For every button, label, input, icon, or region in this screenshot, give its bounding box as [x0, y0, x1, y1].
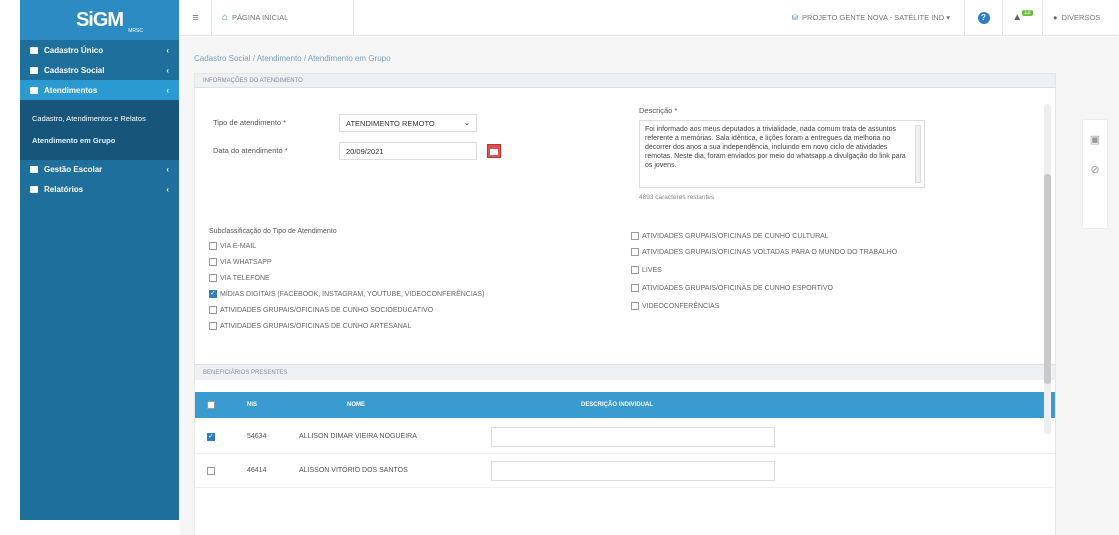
submenu-item-atendimento-grupo[interactable]: Atendimento em Grupo — [20, 130, 179, 152]
checkbox[interactable] — [631, 302, 639, 310]
descricao-textarea[interactable]: Foi informado aos meus deputados a trivi… — [639, 120, 925, 188]
select-all-checkbox[interactable] — [207, 401, 215, 409]
checkbox[interactable] — [631, 248, 639, 256]
user-menu[interactable]: ● DIVERSOS — [1043, 0, 1119, 36]
checkbox[interactable] — [209, 242, 217, 250]
chevron-left-icon: ‹ — [166, 185, 169, 194]
descricao-individual-input[interactable] — [491, 427, 775, 447]
checkbox[interactable] — [209, 322, 217, 330]
checkbox[interactable] — [631, 266, 639, 274]
tipo-select[interactable]: ATENDIMENTO REMOTO ⌄ — [339, 114, 477, 132]
sidebar: SiGM MRSC Cadastro Único ‹ Cadastro Soci… — [20, 0, 179, 520]
option-midias-digitais[interactable]: MÍDIAS DIGITAIS (FACEBOOK, INSTAGRAM, YO… — [209, 289, 484, 298]
folder-icon — [30, 86, 38, 94]
app-logo[interactable]: SiGM MRSC — [20, 0, 179, 40]
table-row: 46414 ALISSON VITÓRIO DOS SANTOS — [195, 454, 1055, 488]
row-checkbox[interactable] — [207, 466, 215, 475]
form-panel: INFORMAÇÕES DO ATENDIMENTO Tipo de atend… — [194, 73, 1056, 535]
notifications-button[interactable]: ▲ 12 — [1003, 0, 1043, 36]
col-descricao: DESCRIÇÃO INDIVIDUAL — [581, 402, 654, 408]
checkbox[interactable] — [209, 258, 217, 266]
textarea-scrollbar[interactable] — [915, 125, 921, 183]
breadcrumb: Cadastro Social / Atendimento / Atendime… — [194, 54, 391, 63]
submenu-item-cadastro-atendimentos[interactable]: Cadastro, Atendimentos e Relatos — [20, 108, 179, 130]
chevron-left-icon: ‹ — [166, 85, 169, 95]
chart-icon — [30, 186, 38, 193]
option-esportivo[interactable]: ATIVIDADES GRUPAIS/OFICINAS DE CUNHO ESP… — [631, 284, 833, 292]
help-icon: ? — [977, 11, 990, 24]
checkbox[interactable] — [631, 232, 639, 240]
option-lives[interactable]: LIVES — [631, 266, 662, 274]
folder-icon — [30, 166, 38, 173]
col-nome: NOME — [347, 402, 365, 408]
table-row: 54634 ALLISON DIMAR VIEIRA NOGUEIRA — [195, 420, 1055, 454]
char-counter: 4893 caracteres restantes — [639, 194, 715, 201]
org-icon: ⛁ — [791, 13, 799, 22]
checkbox-checked[interactable] — [209, 289, 217, 298]
sidebar-item-cadastro-unico[interactable]: Cadastro Único ‹ — [20, 40, 179, 60]
row-nis: 46414 — [247, 467, 267, 474]
checkbox[interactable] — [209, 306, 217, 314]
data-label: Data do atendimento * — [213, 146, 288, 155]
table-header: NIS NOME DESCRIÇÃO INDIVIDUAL — [195, 392, 1055, 418]
scrollbar-thumb[interactable] — [1044, 174, 1051, 384]
menu-toggle-button[interactable]: ≡ — [180, 0, 212, 36]
cancel-icon[interactable]: ⊘ — [1089, 164, 1101, 176]
sidebar-item-relatorios[interactable]: Relatórios ‹ — [20, 180, 179, 200]
sidebar-item-gestao-escolar[interactable]: Gestão Escolar ‹ — [20, 160, 179, 180]
panel-scrollbar[interactable] — [1044, 104, 1051, 434]
option-via-telefone[interactable]: VIA TELEFONE — [209, 274, 270, 282]
option-via-whatsapp[interactable]: VIA WHATSAPP — [209, 258, 272, 266]
row-checkbox[interactable] — [207, 432, 215, 441]
option-socioeducativo[interactable]: ATIVIDADES GRUPAIS/OFICINAS DE CUNHO SOC… — [209, 306, 433, 314]
option-via-email[interactable]: VIA E-MAIL — [209, 242, 256, 250]
descricao-individual-input[interactable] — [491, 461, 775, 481]
option-artesanal[interactable]: ATIVIDADES GRUPAIS/OFICINAS DE CUNHO ART… — [209, 322, 411, 330]
sidebar-item-atendimentos[interactable]: Atendimentos ‹ — [20, 80, 179, 100]
descricao-label: Descrição * — [639, 106, 678, 115]
col-nis: NIS — [247, 402, 258, 408]
chevron-left-icon: ‹ — [166, 65, 169, 75]
user-icon: ● — [1053, 13, 1058, 22]
checkbox[interactable] — [209, 274, 217, 282]
data-input[interactable]: 20/09/2021 — [339, 142, 477, 160]
sidebar-item-cadastro-social[interactable]: Cadastro Social ‹ — [20, 60, 179, 80]
checkbox[interactable] — [631, 284, 639, 292]
row-nis: 54634 — [247, 433, 267, 440]
row-nome: ALISSON VITÓRIO DOS SANTOS — [299, 467, 408, 474]
save-icon[interactable]: ▣ — [1089, 134, 1101, 146]
help-button[interactable]: ? — [965, 0, 1003, 36]
sidebar-submenu: Cadastro, Atendimentos e Relatos Atendim… — [20, 100, 179, 160]
folder-icon — [30, 66, 38, 74]
option-cultural[interactable]: ATIVIDADES GRUPAIS/OFICINAS DE CUNHO CUL… — [631, 232, 829, 240]
tipo-label: Tipo de atendimento * — [213, 118, 287, 127]
chevron-left-icon: ‹ — [166, 45, 169, 55]
hamburger-icon: ≡ — [192, 11, 199, 24]
calendar-icon[interactable] — [487, 144, 501, 158]
row-nome: ALLISON DIMAR VIEIRA NOGUEIRA — [299, 433, 417, 440]
home-icon: ⌂ — [222, 12, 229, 23]
folder-icon — [30, 46, 38, 54]
modalidades-label: Subclassificação do Tipo de Atendimento — [209, 228, 337, 235]
bell-icon: ▲ — [1012, 12, 1023, 23]
side-toolbar: ▣ ⊘ — [1082, 119, 1108, 229]
chevron-down-icon: ⌄ — [463, 118, 470, 127]
option-mundo-trabalho[interactable]: ATIVIDADES GRUPAIS/OFICINAS VOLTADAS PAR… — [631, 248, 897, 256]
section-title-beneficiarios: BENEFICIÁRIOS PRESENTES — [195, 364, 1055, 380]
main-content: Cadastro Social / Atendimento / Atendime… — [180, 37, 1119, 535]
topbar: ≡ ⌂ PÁGINA INICIAL ⛁ PROJETO GENTE NOVA … — [180, 0, 1119, 36]
chevron-left-icon: ‹ — [166, 165, 169, 174]
option-videoconferencias[interactable]: VIDEOCONFERÊNCIAS — [631, 302, 719, 310]
notification-badge: 12 — [1022, 9, 1033, 16]
home-link[interactable]: ⌂ PÁGINA INICIAL — [212, 0, 354, 36]
section-title-info: INFORMAÇÕES DO ATENDIMENTO — [195, 74, 1055, 88]
project-selector[interactable]: ⛁ PROJETO GENTE NOVA - SATÉLITE IND ▾ — [778, 0, 965, 36]
